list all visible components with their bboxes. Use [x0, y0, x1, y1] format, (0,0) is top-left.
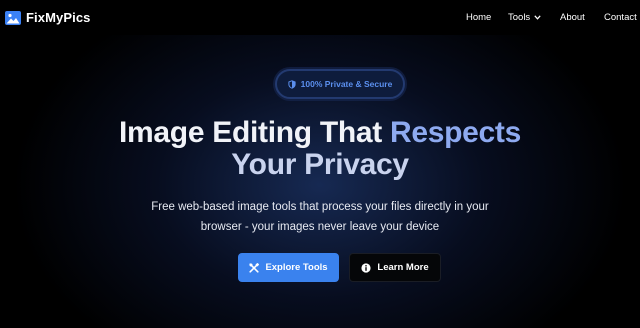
subtitle-line-1: Free web-based image tools that process … — [151, 201, 489, 213]
nav-home-label: Home — [466, 12, 492, 23]
subtitle-line-2: browser - your images never leave your d… — [200, 221, 440, 233]
explore-tools-label: Explore Tools — [265, 262, 328, 273]
headline-line-2: Your Privacy — [231, 148, 409, 181]
headline-part-1: Image Editing That — [119, 116, 390, 149]
headline-line-1: Image Editing That Respects — [0, 117, 640, 149]
page: FixMyPics Home Tools About Contact 100% … — [0, 0, 640, 328]
explore-tools-button[interactable]: Explore Tools — [238, 253, 339, 282]
info-icon — [361, 262, 371, 273]
privacy-badge: 100% Private & Secure — [275, 69, 405, 99]
nav-home[interactable]: Home — [466, 12, 491, 23]
nav-tools-dropdown[interactable]: Tools — [508, 12, 541, 23]
learn-more-button[interactable]: Learn More — [349, 253, 441, 282]
navbar: FixMyPics Home Tools About Contact — [0, 0, 640, 35]
shield-icon — [288, 79, 296, 89]
chevron-down-icon — [534, 15, 541, 20]
learn-more-label: Learn More — [377, 262, 429, 273]
brand-logo[interactable]: FixMyPics — [5, 10, 91, 25]
nav-contact[interactable]: Contact — [604, 12, 637, 23]
headline-part-2: Respects — [389, 116, 521, 149]
hero-section: 100% Private & Secure Image Editing That… — [0, 35, 640, 328]
tools-icon — [249, 262, 260, 273]
nav-about[interactable]: About — [560, 12, 585, 23]
nav-contact-label: Contact — [604, 12, 637, 23]
badge-text: 100% Private & Secure — [300, 79, 393, 89]
brand-name: FixMyPics — [26, 10, 91, 25]
hero-subtitle: Free web-based image tools that process … — [120, 197, 520, 237]
nav-about-label: About — [560, 12, 585, 23]
nav-tools-label: Tools — [508, 12, 531, 23]
image-icon — [5, 10, 21, 25]
hero-headline: Image Editing That Respects Your Privacy — [0, 117, 640, 181]
